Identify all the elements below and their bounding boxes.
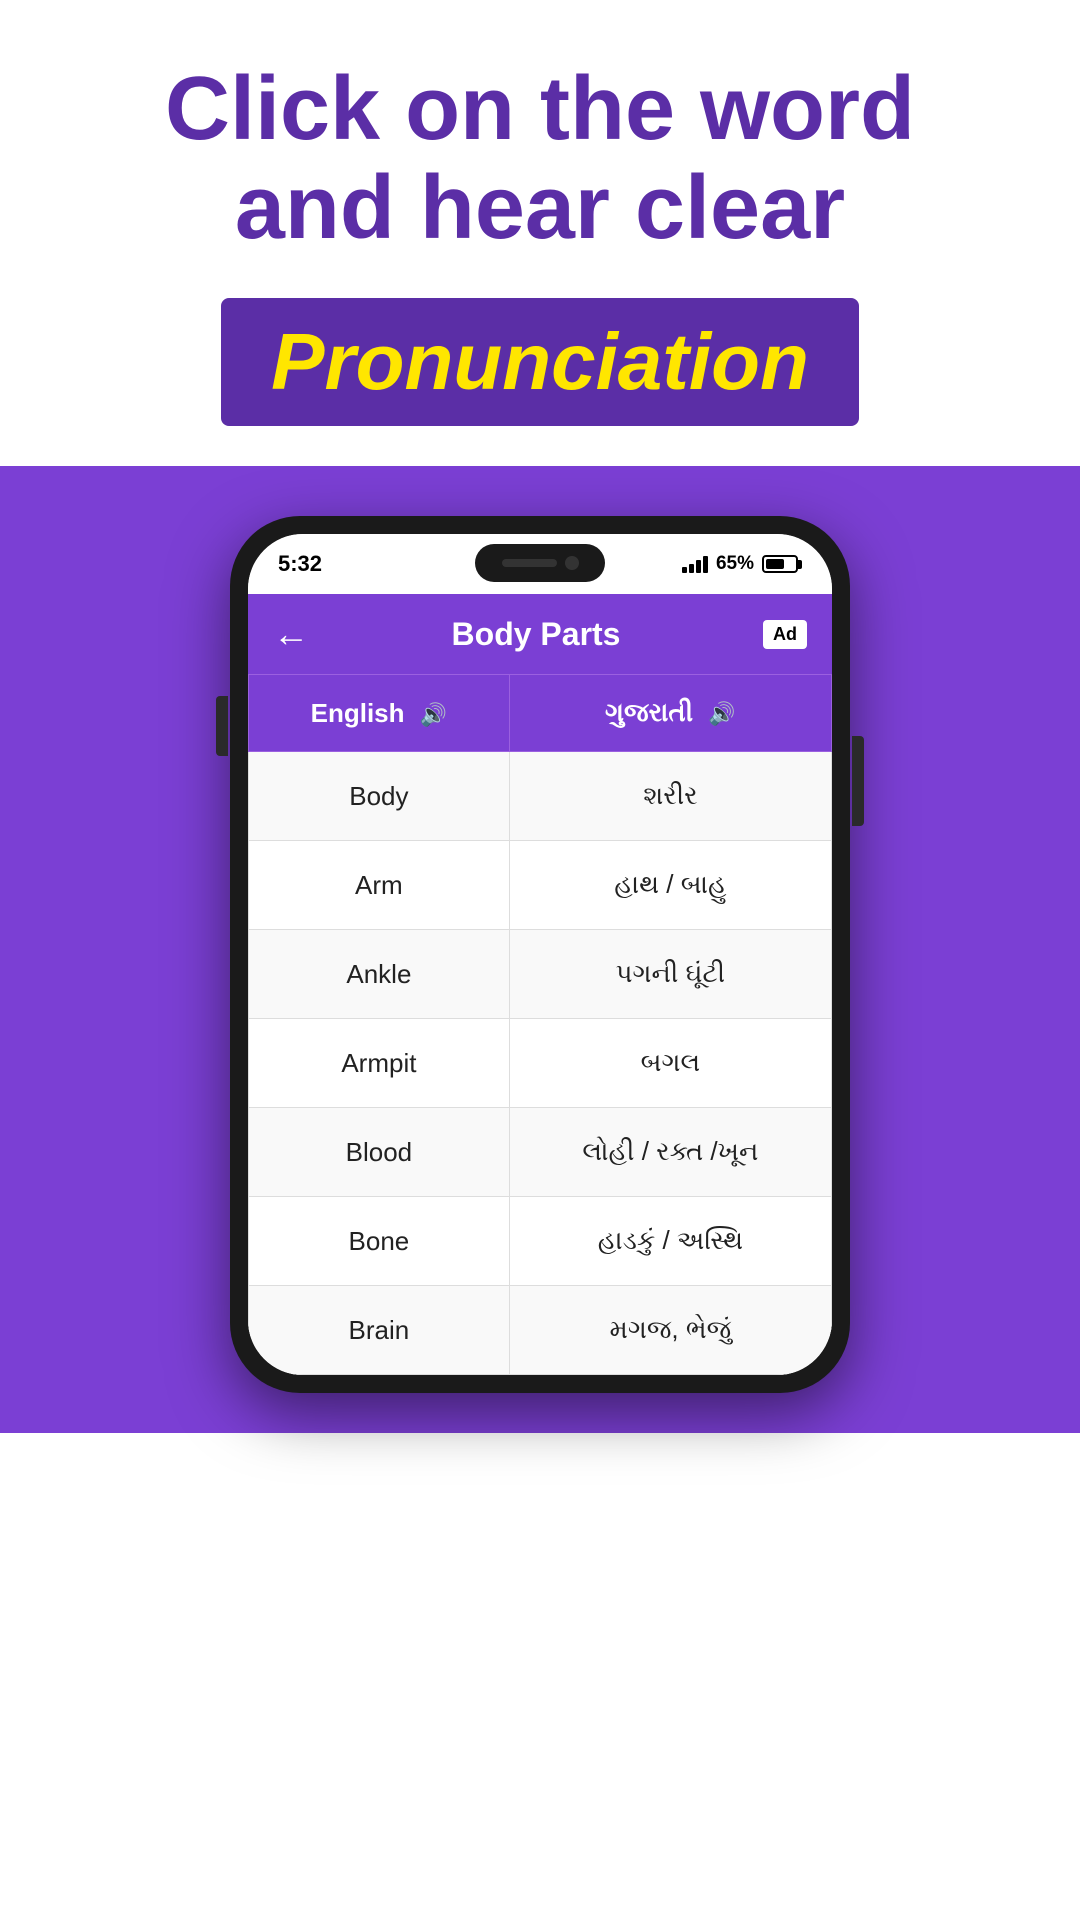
phone-wrapper: 5:32 — [0, 516, 1080, 1393]
app-header: ← Body Parts Ad — [248, 594, 832, 674]
english-cell[interactable]: Body — [249, 752, 510, 841]
headline-line2: and hear clear — [235, 158, 845, 258]
gujarati-cell[interactable]: પગની ઘૂંટી — [509, 930, 831, 1019]
table-row[interactable]: Bloodલોહી / રક્ત /ખૂન — [249, 1108, 832, 1197]
signal-bar-1 — [682, 567, 687, 573]
page-container: Click on the word and hear clear Pronunc… — [0, 0, 1080, 1920]
top-section: Click on the word and hear clear Pronunc… — [0, 0, 1080, 466]
signal-bar-2 — [689, 564, 694, 573]
phone-frame: 5:32 — [230, 516, 850, 1393]
status-right: 65% — [682, 553, 802, 575]
english-cell[interactable]: Armpit — [249, 1019, 510, 1108]
status-bar: 5:32 — [248, 534, 832, 594]
table-body: BodyશરીરArmહાથ / બાહુAnkleપગની ઘૂંટીArmp… — [249, 752, 832, 1375]
speaker-notch — [502, 559, 557, 567]
status-time: 5:32 — [278, 551, 322, 577]
purple-bottom-space — [0, 1393, 1080, 1433]
ad-badge: Ad — [763, 620, 807, 649]
english-cell[interactable]: Brain — [249, 1286, 510, 1375]
table-row[interactable]: Boneહાડકું / અસ્થિ — [249, 1197, 832, 1286]
gujarati-cell[interactable]: લોહી / રક્ત /ખૂન — [509, 1108, 831, 1197]
gujarati-cell[interactable]: મગજ, ભેજું — [509, 1286, 831, 1375]
table-row[interactable]: Bodyશરીર — [249, 752, 832, 841]
pronunciation-box: Pronunciation — [221, 298, 859, 426]
battery-icon — [762, 555, 802, 573]
phone-screen: 5:32 — [248, 534, 832, 1375]
col-gujarati-header: ગુજરાતી 🔊 — [509, 675, 831, 752]
english-cell[interactable]: Bone — [249, 1197, 510, 1286]
notch — [475, 544, 605, 582]
table-header: English 🔊 ગુજરાતી 🔊 — [249, 675, 832, 752]
table-row[interactable]: Armpitબગલ — [249, 1019, 832, 1108]
english-speaker-icon[interactable]: 🔊 — [420, 702, 447, 728]
battery-tip — [798, 560, 802, 569]
camera-notch — [565, 556, 579, 570]
english-cell[interactable]: Ankle — [249, 930, 510, 1019]
headline: Click on the word and hear clear — [80, 60, 1000, 258]
gujarati-cell[interactable]: હાથ / બાહુ — [509, 841, 831, 930]
gujarati-cell[interactable]: બગલ — [509, 1019, 831, 1108]
table-row[interactable]: Armહાથ / બાહુ — [249, 841, 832, 930]
pronunciation-text: Pronunciation — [271, 317, 809, 406]
signal-bar-4 — [703, 556, 708, 573]
gujarati-cell[interactable]: હાડકું / અસ્થિ — [509, 1197, 831, 1286]
words-table: English 🔊 ગુજરાતી 🔊 — [248, 674, 832, 1375]
back-button[interactable]: ← — [273, 613, 309, 655]
table-row[interactable]: Brainમગજ, ભેજું — [249, 1286, 832, 1375]
battery-percent: 65% — [716, 553, 754, 575]
battery-fill — [766, 559, 784, 569]
table-row[interactable]: Ankleપગની ઘૂંટી — [249, 930, 832, 1019]
col-english-header: English 🔊 — [249, 675, 510, 752]
gujarati-speaker-icon[interactable]: 🔊 — [708, 701, 735, 727]
col2-label: ગુજરાતી — [605, 697, 693, 727]
signal-bars — [682, 555, 708, 573]
app-title: Body Parts — [452, 616, 621, 653]
english-cell[interactable]: Arm — [249, 841, 510, 930]
english-cell[interactable]: Blood — [249, 1108, 510, 1197]
signal-bar-3 — [696, 560, 701, 573]
battery-body — [762, 555, 798, 573]
gujarati-cell[interactable]: શરીર — [509, 752, 831, 841]
headline-line1: Click on the word — [165, 59, 915, 159]
col1-label: English — [311, 698, 405, 728]
